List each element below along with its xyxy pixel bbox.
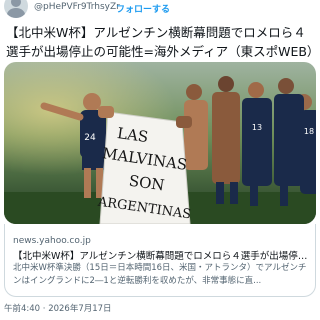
card-domain: news.yahoo.co.jp bbox=[13, 236, 91, 246]
separator-dot: · bbox=[107, 2, 110, 12]
tweet-timestamp[interactable]: 午前4:40 · 2026年7月17日 bbox=[4, 302, 112, 314]
link-card[interactable]: news.yahoo.co.jp 【北中米W杯】アルゼンチン横断幕問題でロメロら… bbox=[4, 224, 316, 297]
jersey-number-24: 24 bbox=[84, 133, 96, 143]
card-description: 北中米W杯準決勝（15日＝日本時間16日、米国・アトランタ）でアルゼンチンはイン… bbox=[13, 263, 307, 286]
protest-banner: LAS MALVINAS SON ARGENTINAS bbox=[96, 106, 192, 224]
news-photo[interactable]: 24 13 18 LAS MALVINAS SON ARGENTINAS bbox=[4, 62, 316, 224]
jersey-number-18: 18 bbox=[304, 127, 314, 136]
tweet-text: 【北中米W杯】アルゼンチン横断幕問題でロメロら４選手が出場停止の可能性=海外メデ… bbox=[6, 25, 320, 59]
jersey-number-13: 13 bbox=[252, 123, 262, 132]
avatar[interactable] bbox=[4, 0, 28, 18]
follow-button[interactable]: フォローする bbox=[116, 2, 170, 15]
card-title: 【北中米W杯】アルゼンチン横断幕問題でロメロら４選手が出場停止... bbox=[13, 251, 313, 262]
